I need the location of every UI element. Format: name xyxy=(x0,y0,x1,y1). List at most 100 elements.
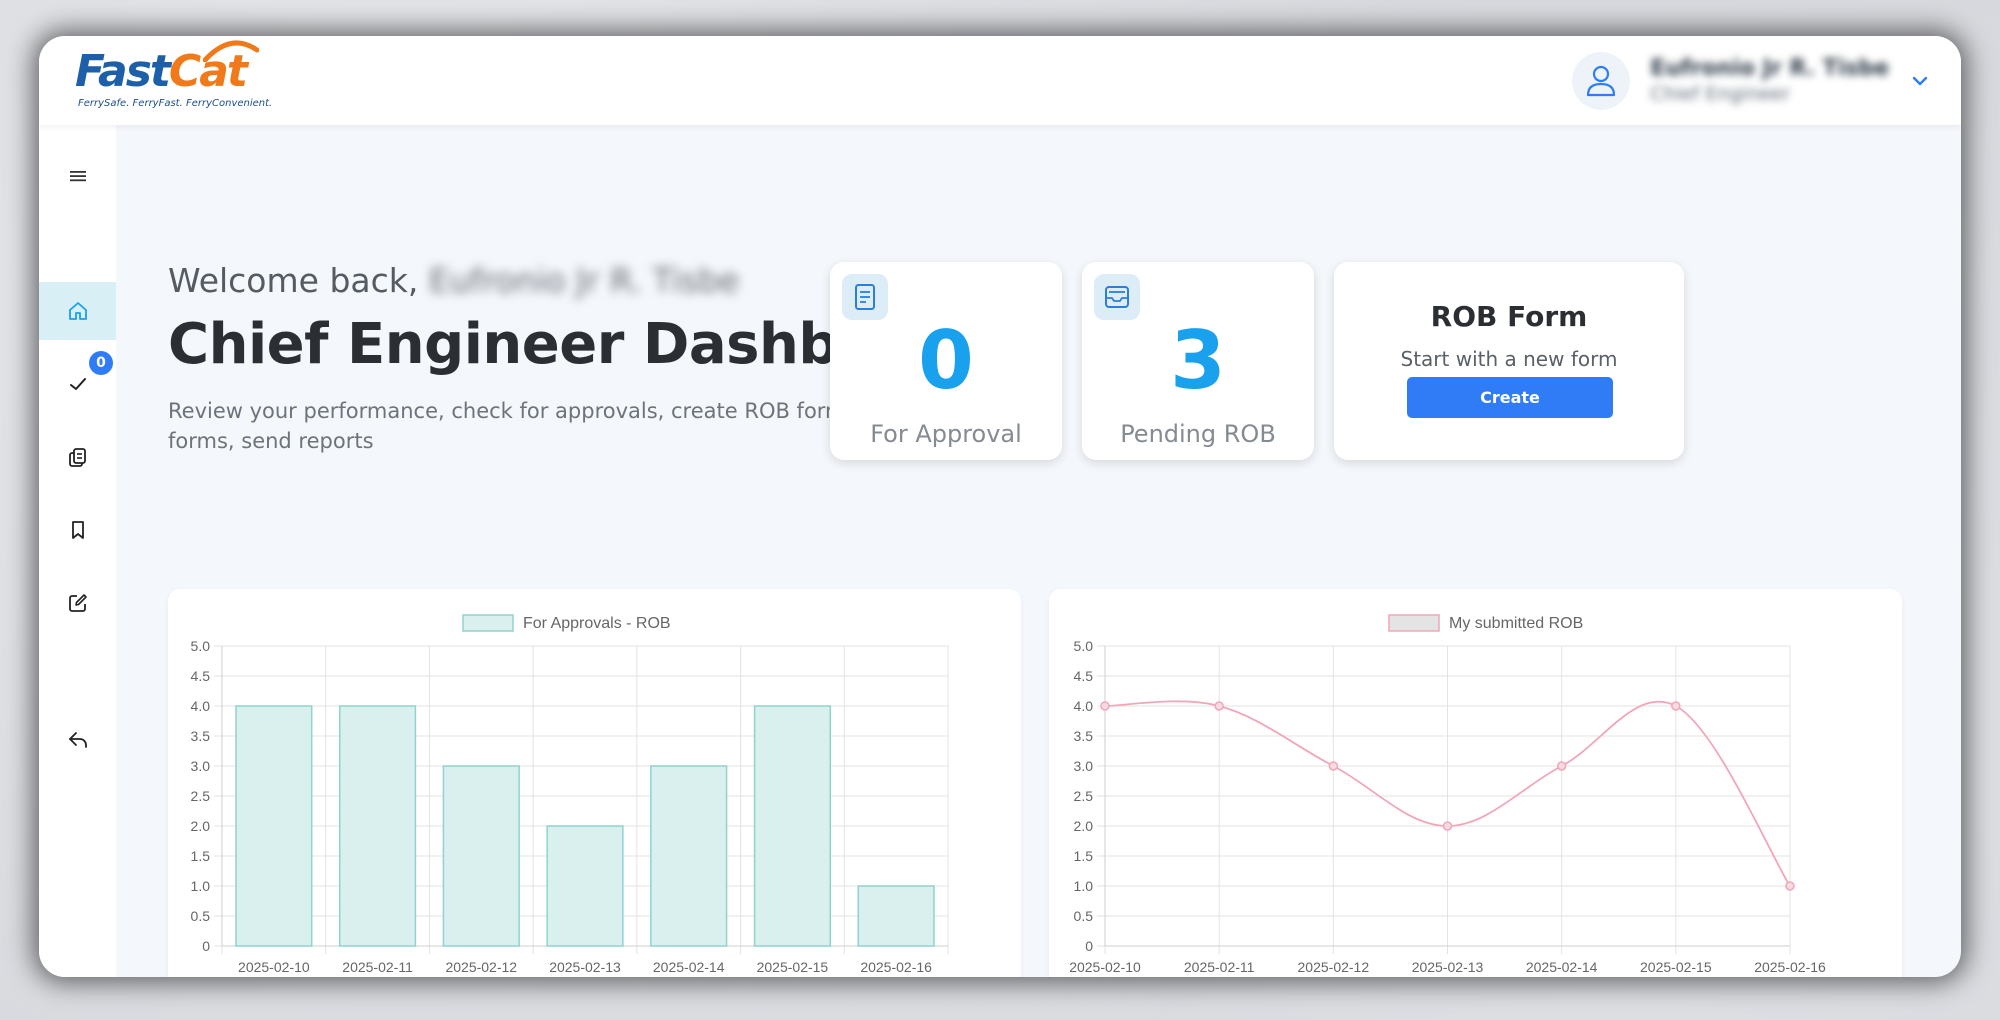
sidebar-item-logout[interactable] xyxy=(39,711,116,769)
pending-rob-card[interactable]: 3 Pending ROB xyxy=(1082,262,1314,460)
bar xyxy=(857,885,935,947)
edit-icon xyxy=(68,594,87,612)
legend-swatch xyxy=(462,614,514,632)
y-tick-label: 0 xyxy=(202,938,210,954)
sidebar-menu-toggle[interactable] xyxy=(39,147,116,205)
data-point xyxy=(1671,701,1681,711)
x-tick-label: 2025-02-11 xyxy=(1184,959,1255,975)
top-bar: FastCat FerrySafe. FerryFast. FerryConve… xyxy=(39,36,1961,125)
check-icon xyxy=(69,378,86,390)
y-tick-label: 3.5 xyxy=(1074,728,1094,744)
user-menu[interactable]: Eufronio Jr R. Tisbe Chief Engineer xyxy=(1572,36,1931,125)
y-tick-label: 1.0 xyxy=(191,878,211,894)
rob-form-title: ROB Form xyxy=(1430,300,1588,333)
y-tick-label: 3.0 xyxy=(1074,758,1094,774)
x-tick-label: 2025-02-16 xyxy=(1754,959,1826,975)
rob-form-card: ROB Form Start with a new form Create xyxy=(1334,262,1684,460)
for-approval-label: For Approval xyxy=(870,420,1022,448)
create-rob-button[interactable]: Create xyxy=(1407,377,1613,418)
legend-label: For Approvals - ROB xyxy=(523,615,671,632)
x-tick-label: 2025-02-14 xyxy=(1526,959,1598,975)
sidebar-item-saved[interactable] xyxy=(39,501,116,559)
for-approval-card[interactable]: 0 For Approval xyxy=(830,262,1062,460)
y-tick-label: 4.5 xyxy=(191,668,211,684)
sidebar-item-edit[interactable] xyxy=(39,574,116,632)
user-icon xyxy=(1587,65,1616,96)
legend-label: My submitted ROB xyxy=(1449,615,1583,632)
x-tick-label: 2025-02-10 xyxy=(238,959,310,975)
user-name: Eufronio Jr R. Tisbe xyxy=(1650,56,1889,81)
approvals-chart-card: For Approvals - ROB 5.0 4.5 4.0 3.5 3.0 2.5 2.0… xyxy=(168,589,1021,977)
welcome-text: Welcome back, xyxy=(168,261,419,300)
y-tick-label: 4.0 xyxy=(191,698,211,714)
logo-tagline: FerrySafe. FerryFast. FerryConvenient. xyxy=(78,98,273,109)
sidebar-item-home[interactable] xyxy=(39,282,116,340)
data-point xyxy=(1442,821,1453,831)
user-info[interactable]: Eufronio Jr R. Tisbe Chief Engineer xyxy=(1650,56,1889,105)
sidebar: 0 xyxy=(39,125,116,977)
x-tick-label: 2025-02-11 xyxy=(342,959,413,975)
bookmark-icon xyxy=(71,521,84,539)
x-tick-label: 2025-02-10 xyxy=(1069,959,1141,975)
approvals-badge: 0 xyxy=(89,351,113,375)
pending-rob-label: Pending ROB xyxy=(1120,420,1276,448)
y-tick-label: 4.0 xyxy=(1074,698,1094,714)
legend-swatch xyxy=(1388,614,1440,632)
rob-form-subtitle: Start with a new form xyxy=(1400,347,1618,371)
app-window: FastCat FerrySafe. FerryFast. FerryConve… xyxy=(39,36,1961,977)
x-tick-label: 2025-02-16 xyxy=(860,959,932,975)
pending-rob-count: 3 xyxy=(1170,314,1226,407)
y-tick-label: 1.0 xyxy=(1074,878,1094,894)
bar xyxy=(546,825,624,947)
approvals-bar-chart: For Approvals - ROB 5.0 4.5 4.0 3.5 3.0 2.5 2.0… xyxy=(191,614,949,975)
y-tick-label: 1.5 xyxy=(1074,848,1094,864)
welcome-user-name: Eufronio Jr R. Tisbe xyxy=(428,261,740,300)
sidebar-item-forms[interactable] xyxy=(39,428,116,486)
document-icon xyxy=(855,284,875,310)
bar xyxy=(753,705,832,947)
y-tick-label: 3.5 xyxy=(191,728,211,744)
y-tick-label: 2.5 xyxy=(191,788,211,804)
fastcat-logo[interactable]: FastCat FerrySafe. FerryFast. FerryConve… xyxy=(75,40,272,116)
sidebar-item-approvals[interactable]: 0 xyxy=(39,351,116,413)
logo-swoosh xyxy=(203,40,259,62)
menu-icon xyxy=(69,171,86,182)
home-icon xyxy=(68,302,87,320)
bar xyxy=(338,705,417,947)
y-tick-label: 0.5 xyxy=(191,908,211,924)
user-role: Chief Engineer xyxy=(1650,83,1791,105)
bar xyxy=(442,765,520,947)
data-point xyxy=(1328,761,1339,771)
logout-icon xyxy=(68,732,87,748)
logo-fast-text: Fast xyxy=(75,46,171,97)
copy-document-icon xyxy=(68,448,86,467)
y-tick-label: 5.0 xyxy=(1074,638,1094,654)
x-tick-label: 2025-02-15 xyxy=(757,959,829,975)
y-tick-label: 3.0 xyxy=(191,758,211,774)
submitted-chart-card: My submitted ROB 5.0 4.5 4.0 3.5 3.0 2.5 2.0 1.5… xyxy=(1049,589,1902,977)
data-point xyxy=(1214,701,1224,711)
chevron-down-icon[interactable] xyxy=(1909,70,1931,92)
data-point xyxy=(1785,881,1795,891)
x-tick-label: 2025-02-13 xyxy=(549,959,621,975)
y-tick-label: 0.5 xyxy=(1074,908,1094,924)
y-tick-label: 0 xyxy=(1085,938,1093,954)
data-point xyxy=(1100,701,1110,711)
data-point xyxy=(1556,761,1567,771)
x-tick-label: 2025-02-14 xyxy=(653,959,725,975)
y-tick-label: 2.5 xyxy=(1074,788,1094,804)
x-tick-label: 2025-02-13 xyxy=(1412,959,1484,975)
user-avatar[interactable] xyxy=(1572,51,1631,110)
x-tick-label: 2025-02-12 xyxy=(1298,959,1370,975)
welcome-line: Welcome back, Eufronio Jr R. Tisbe xyxy=(168,261,739,300)
y-tick-label: 4.5 xyxy=(1074,668,1094,684)
bar xyxy=(235,705,313,947)
inbox-icon xyxy=(1105,286,1129,308)
y-tick-label: 2.0 xyxy=(191,818,211,834)
y-tick-label: 5.0 xyxy=(191,638,211,654)
bar xyxy=(650,765,728,947)
y-tick-label: 2.0 xyxy=(1074,818,1094,834)
x-tick-label: 2025-02-12 xyxy=(445,959,517,975)
submitted-line-chart: My submitted ROB 5.0 4.5 4.0 3.5 3.0 2.5 2.0 1.5… xyxy=(1069,614,1826,975)
for-approval-count: 0 xyxy=(918,314,974,407)
